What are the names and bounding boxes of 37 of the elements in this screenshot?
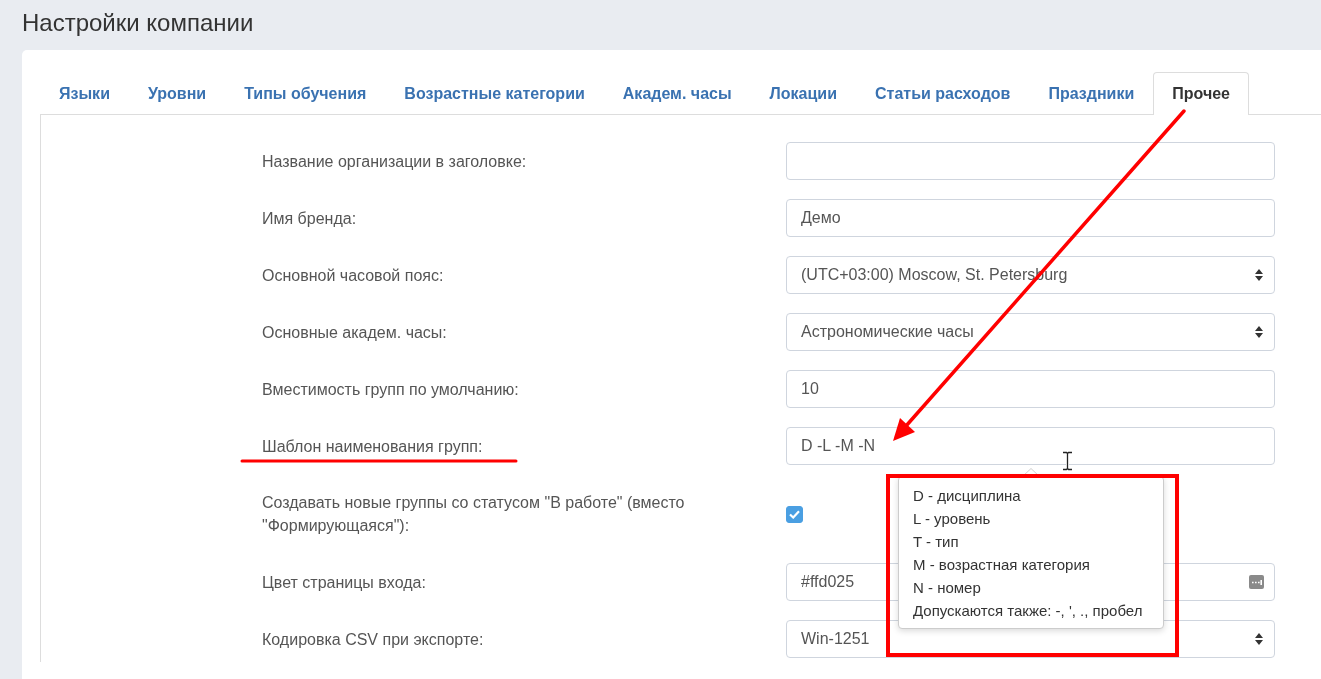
up-down-caret-icon: [1255, 633, 1263, 645]
field-label: Название организации в заголовке:: [262, 152, 527, 170]
field-label: Цвет страницы входа:: [262, 573, 426, 591]
field-label: Кодировка CSV при экспорте:: [262, 630, 484, 648]
tooltip-line: M - возрастная категория: [913, 555, 1090, 575]
tab[interactable]: Прочее: [1153, 72, 1249, 115]
tooltip-line: Допускаются также: -, ', ., пробел: [913, 601, 1143, 621]
page-title: Настройки компании: [22, 8, 254, 38]
text-field[interactable]: D -L -M -N: [786, 427, 1275, 465]
text-cursor-icon: [1062, 451, 1073, 471]
tab[interactable]: Праздники: [1029, 72, 1154, 115]
check-icon: [789, 509, 800, 519]
tab[interactable]: Возрастные категории: [385, 72, 604, 115]
field-label: Вместимость групп по умолчанию:: [262, 380, 519, 398]
tooltip-line: D - дисциплина: [913, 486, 1021, 506]
tooltip-line: L - уровень: [913, 509, 991, 529]
tab[interactable]: Типы обучения: [225, 72, 386, 115]
tab[interactable]: Языки: [40, 72, 129, 115]
tooltip-line: T - тип: [913, 532, 959, 552]
up-down-caret-icon: [1255, 326, 1263, 338]
tab[interactable]: Статьи расходов: [856, 72, 1030, 115]
tooltip-line: N - номер: [913, 578, 981, 598]
select-field[interactable]: Астрономические часы: [786, 313, 1275, 351]
field-label: Основной часовой пояс:: [262, 266, 444, 284]
field-label: Основные академ. часы:: [262, 323, 447, 341]
checkbox[interactable]: [786, 505, 803, 523]
tab[interactable]: Уровни: [128, 72, 226, 115]
tab[interactable]: Локации: [750, 72, 856, 115]
tab[interactable]: Академ. часы: [603, 72, 751, 115]
field-label: Шаблон наименования групп:: [262, 437, 483, 455]
text-field[interactable]: 10: [786, 370, 1275, 408]
field-label: Имя бренда:: [262, 209, 357, 227]
text-field[interactable]: [786, 142, 1275, 180]
text-field[interactable]: Демо: [786, 199, 1275, 237]
field-label: Создавать новые группы со статусом "В работе" (вместо "Формирующаяся"):: [262, 494, 685, 534]
ellipsis-icon[interactable]: [1249, 575, 1264, 589]
up-down-caret-icon: [1255, 269, 1263, 281]
